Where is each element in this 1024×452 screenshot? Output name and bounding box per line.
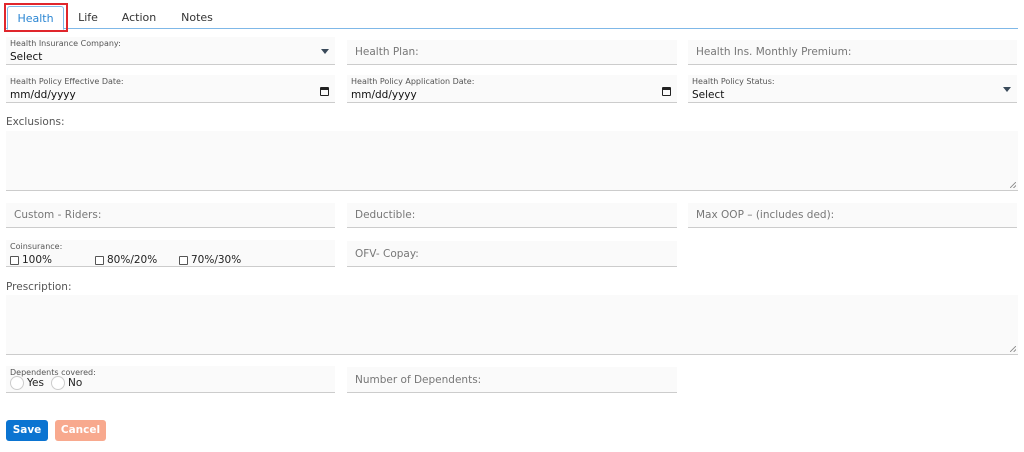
exclusions-textarea[interactable]	[6, 131, 1018, 191]
save-button[interactable]: Save	[6, 420, 48, 441]
coinsurance-group: Coinsurance: 100% 80%/20% 70%/30%	[6, 240, 335, 267]
checkbox-icon[interactable]	[179, 255, 188, 265]
monthly-premium-input[interactable]: Health Ins. Monthly Premium:	[688, 40, 1017, 65]
resize-handle-icon[interactable]	[1010, 346, 1016, 352]
field-label: Health Insurance Company:	[10, 39, 121, 48]
max-oop-input[interactable]: Max OOP – (includes ded):	[688, 203, 1017, 228]
checkbox-icon[interactable]	[95, 255, 104, 265]
number-of-dependents-input[interactable]: Number of Dependents:	[347, 367, 677, 393]
placeholder: Health Ins. Monthly Premium:	[696, 46, 852, 58]
field-label: Health Policy Application Date:	[351, 77, 475, 86]
chevron-down-icon	[321, 49, 329, 54]
placeholder: Health Plan:	[355, 46, 419, 58]
health-plan-input[interactable]: Health Plan:	[347, 40, 677, 65]
custom-riders-input[interactable]: Custom - Riders:	[6, 203, 335, 228]
placeholder: Number of Dependents:	[355, 373, 482, 386]
calendar-icon[interactable]	[320, 87, 329, 96]
placeholder: OFV- Copay:	[355, 247, 419, 260]
policy-status-select[interactable]: Health Policy Status: Select	[688, 75, 1017, 103]
placeholder: Max OOP – (includes ded):	[696, 209, 835, 221]
option-label: Yes	[27, 377, 44, 389]
option-label: 70%/30%	[191, 254, 242, 266]
exclusions-label: Exclusions:	[6, 116, 65, 128]
application-date-input[interactable]: Health Policy Application Date: mm/dd/yy…	[347, 75, 677, 103]
radio-icon[interactable]	[10, 376, 24, 390]
deductible-input[interactable]: Deductible:	[347, 203, 677, 228]
field-label: Health Policy Effective Date:	[10, 77, 124, 86]
field-value: mm/dd/yyyy	[10, 89, 76, 101]
health-insurance-company-select[interactable]: Health Insurance Company: Select	[6, 37, 335, 65]
field-label: Coinsurance:	[10, 242, 63, 251]
coinsurance-checkbox-100[interactable]: 100%	[10, 254, 52, 266]
option-label: No	[68, 377, 83, 389]
option-label: 100%	[22, 254, 53, 266]
highlight-box	[4, 3, 68, 32]
cancel-button[interactable]: Cancel	[55, 420, 106, 441]
calendar-icon[interactable]	[662, 87, 671, 96]
dependents-covered-group: Dependents covered: Yes No	[6, 366, 335, 393]
ofv-copay-input[interactable]: OFV- Copay:	[347, 241, 677, 267]
prescription-textarea[interactable]	[6, 295, 1018, 355]
checkbox-icon[interactable]	[10, 255, 19, 265]
placeholder: Custom - Riders:	[14, 209, 102, 221]
coinsurance-checkbox-70-30[interactable]: 70%/30%	[179, 254, 241, 266]
dependents-radio-yes[interactable]: Yes	[10, 376, 44, 390]
field-value: mm/dd/yyyy	[351, 89, 417, 101]
tab-life[interactable]: Life	[70, 6, 106, 29]
radio-icon[interactable]	[51, 376, 65, 390]
tab-notes[interactable]: Notes	[172, 6, 222, 29]
coinsurance-checkbox-80-20[interactable]: 80%/20%	[95, 254, 157, 266]
placeholder: Deductible:	[355, 209, 416, 221]
field-label: Health Policy Status:	[692, 77, 775, 86]
dependents-radio-no[interactable]: No	[51, 376, 82, 390]
tab-action[interactable]: Action	[114, 6, 164, 29]
chevron-down-icon	[1003, 87, 1011, 92]
effective-date-input[interactable]: Health Policy Effective Date: mm/dd/yyyy	[6, 75, 335, 103]
resize-handle-icon[interactable]	[1010, 182, 1016, 188]
prescription-label: Prescription:	[6, 281, 72, 293]
field-value: Select	[692, 89, 725, 101]
option-label: 80%/20%	[107, 254, 158, 266]
field-value: Select	[10, 51, 43, 63]
